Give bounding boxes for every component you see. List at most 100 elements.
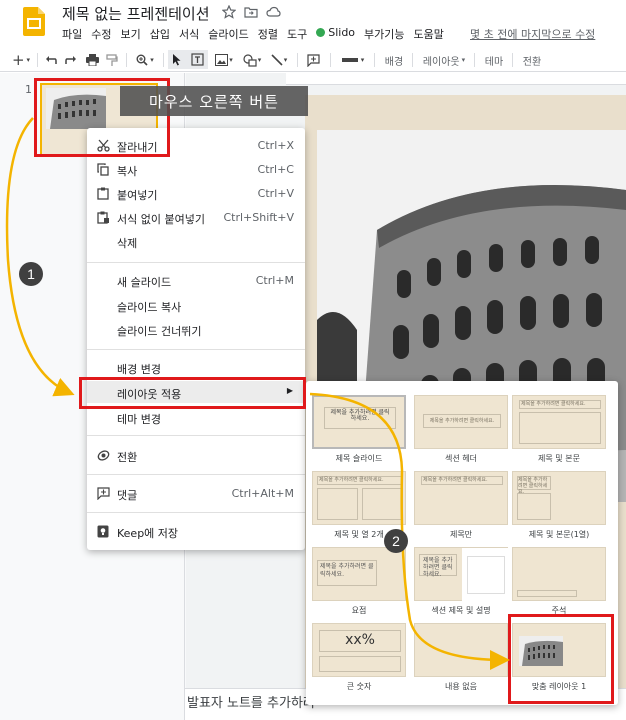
menu-slide[interactable]: 슬라이드 [208,26,248,44]
background-button[interactable]: 배경 [380,51,408,69]
layout-caption: 큰 숫자 [346,682,372,691]
menu-tools[interactable]: 도구 [287,26,307,44]
menu-item-comment[interactable]: 댓글 Ctrl+Alt+M [87,482,305,504]
menu-item-new-slide[interactable]: 새 슬라이드 Ctrl+M [87,269,305,291]
shape-button[interactable]: ▾ [240,51,264,69]
transition-button[interactable]: 전환 [518,51,546,69]
menu-divider [87,349,305,350]
menu-item-change-background[interactable]: 배경 변경 [87,356,305,378]
copy-icon [97,162,109,176]
paint-roller-icon [106,53,118,66]
layout-option-section-header[interactable]: 제목을 추가하려면 클릭하세요. 섹션 헤더 [414,395,508,469]
cursor-select-icon[interactable] [172,53,182,66]
text-box-icon[interactable] [191,53,204,66]
layout-label: 레이아웃 [422,56,460,68]
layout-option-blank[interactable]: 내용 없음 [414,623,508,697]
menu-item-save-to-keep[interactable]: Keep에 저장 [87,520,305,542]
layout-option-one-column[interactable]: 제목을 추가하려면 클릭하세요. 제목 및 본문(1열) [512,471,606,545]
menu-item-shortcut: Ctrl+X [257,139,294,152]
layout-option-main-point[interactable]: 제목을 추가하려면 클릭하세요. 요점 [312,547,406,621]
menu-slido[interactable]: Slido [316,26,355,44]
menu-item-label: 삭제 [117,237,138,250]
insert-image-button[interactable]: ▾ [212,51,236,69]
add-comment-icon [306,53,320,67]
chevron-down-icon: ▾ [26,56,31,64]
menu-item-copy[interactable]: 복사 Ctrl+C [87,158,305,180]
menu-arrange[interactable]: 정렬 [258,26,278,44]
layout-preview: 제목을 추가하려면 클릭하세요. [312,547,406,601]
menu-item-shortcut: Ctrl+Alt+M [231,487,294,500]
layout-preview: 제목을 추가하려면 클릭하세요. [512,395,606,449]
menu-item-shortcut: Ctrl+Shift+V [223,211,294,224]
layout-option-big-number[interactable]: xx% 큰 숫자 [312,623,406,697]
star-icon[interactable] [222,5,236,19]
highlight-box-apply-layout [79,377,306,409]
line-weight-button[interactable]: ▾ [336,51,370,69]
step-2-badge: 2 [384,529,408,553]
layout-preview: 제목을 추가하려면 클릭하세요. [414,471,508,525]
menu-item-label: 복사 [117,165,138,178]
chevron-down-icon: ▾ [257,56,262,64]
layout-preview: 제목을 추가하려면 클릭하세요. [312,395,406,449]
comment-icon [96,486,110,500]
menu-format[interactable]: 서식 [179,26,199,44]
layout-option-caption[interactable]: 주석 [512,547,606,621]
context-menu: 잘라내기 Ctrl+X 복사 Ctrl+C 붙여넣기 Ctrl+V 서식 없이 … [87,128,305,550]
move-folder-icon[interactable] [244,5,258,19]
layout-caption: 섹션 헤더 [445,454,477,463]
layout-preview: 제목을 추가하려면 클릭하세요. [312,471,406,525]
new-slide-button[interactable]: + ▾ [8,51,34,69]
layout-option-title-only[interactable]: 제목을 추가하려면 클릭하세요. 제목만 [414,471,508,545]
paste-plain-icon [96,211,109,224]
redo-button[interactable] [63,51,79,69]
horizontal-ruler [286,73,626,85]
paint-format-button[interactable] [104,51,120,69]
menu-item-delete[interactable]: 삭제 [87,230,305,252]
menu-item-label: Keep에 저장 [117,527,179,540]
menu-item-skip-slide[interactable]: 슬라이드 건너뛰기 [87,318,305,340]
print-icon [85,54,99,66]
zoom-button[interactable]: ▾ [132,51,158,69]
line-icon [271,54,283,66]
slides-logo-icon[interactable] [23,7,45,36]
layout-button[interactable]: 레이아웃 ▾ [418,51,470,69]
add-comment-button[interactable] [302,51,324,69]
layout-option-title-body[interactable]: 제목을 추가하려면 클릭하세요. 제목 및 본문 [512,395,606,469]
menu-item-label: 배경 변경 [117,363,161,376]
plus-icon: + [11,51,25,69]
menu-view[interactable]: 보기 [121,26,141,44]
menu-file[interactable]: 파일 [62,26,82,44]
layout-preview-text: 제목을 추가하려면 클릭하세요. [319,477,384,483]
menu-addons[interactable]: 부가기능 [364,26,404,44]
menu-help[interactable]: 도움말 [414,26,444,44]
layout-preview-text: 제목을 추가하려면 클릭하세요. [330,409,390,422]
print-button[interactable] [84,51,100,69]
menu-insert[interactable]: 삽입 [150,26,170,44]
annotation-tooltip: 마우스 오른쪽 버튼 [120,86,308,116]
line-weight-icon [341,58,358,62]
menu-divider [87,262,305,263]
menu-item-duplicate-slide[interactable]: 슬라이드 복사 [87,294,305,316]
menu-slido-label: Slido [328,26,356,39]
menu-edit[interactable]: 수정 [91,26,111,44]
document-title[interactable]: 제목 없는 프레젠테이션 [62,3,210,24]
chevron-down-icon: ▾ [283,56,288,64]
theme-button[interactable]: 테마 [480,51,508,69]
menu-divider [87,474,305,475]
menu-item-paste-plain[interactable]: 서식 없이 붙여넣기 Ctrl+Shift+V [87,206,305,228]
cloud-status-icon[interactable] [266,5,281,19]
undo-button[interactable] [43,51,59,69]
paste-icon [97,187,109,200]
menu-item-label: 서식 없이 붙여넣기 [117,213,205,226]
toolbar: + ▾ ▾ ▾ ▾ ▾ ▾ 배경 레이아웃 ▾ 테마 전환 [0,48,626,72]
menu-item-change-theme[interactable]: 테마 변경 [87,406,305,428]
speaker-notes-placeholder[interactable]: 발표자 노트를 추가하려 [187,692,315,711]
layout-option-title-slide[interactable]: 제목을 추가하려면 클릭하세요. 제목 슬라이드 [312,395,406,469]
last-edit-link[interactable]: 몇 초 전에 마지막으로 수정 [470,26,595,42]
line-button[interactable]: ▾ [267,51,291,69]
layout-option-section-title-description[interactable]: 제목을 추가하려면 클릭하세요. 섹션 제목 및 설명 [414,547,509,621]
menu-item-transition[interactable]: 전환 [87,444,305,466]
layout-caption: 요점 [351,606,367,615]
menu-item-paste[interactable]: 붙여넣기 Ctrl+V [87,182,305,204]
layout-preview-text: 제목을 추가하려면 클릭하세요. [521,401,586,407]
